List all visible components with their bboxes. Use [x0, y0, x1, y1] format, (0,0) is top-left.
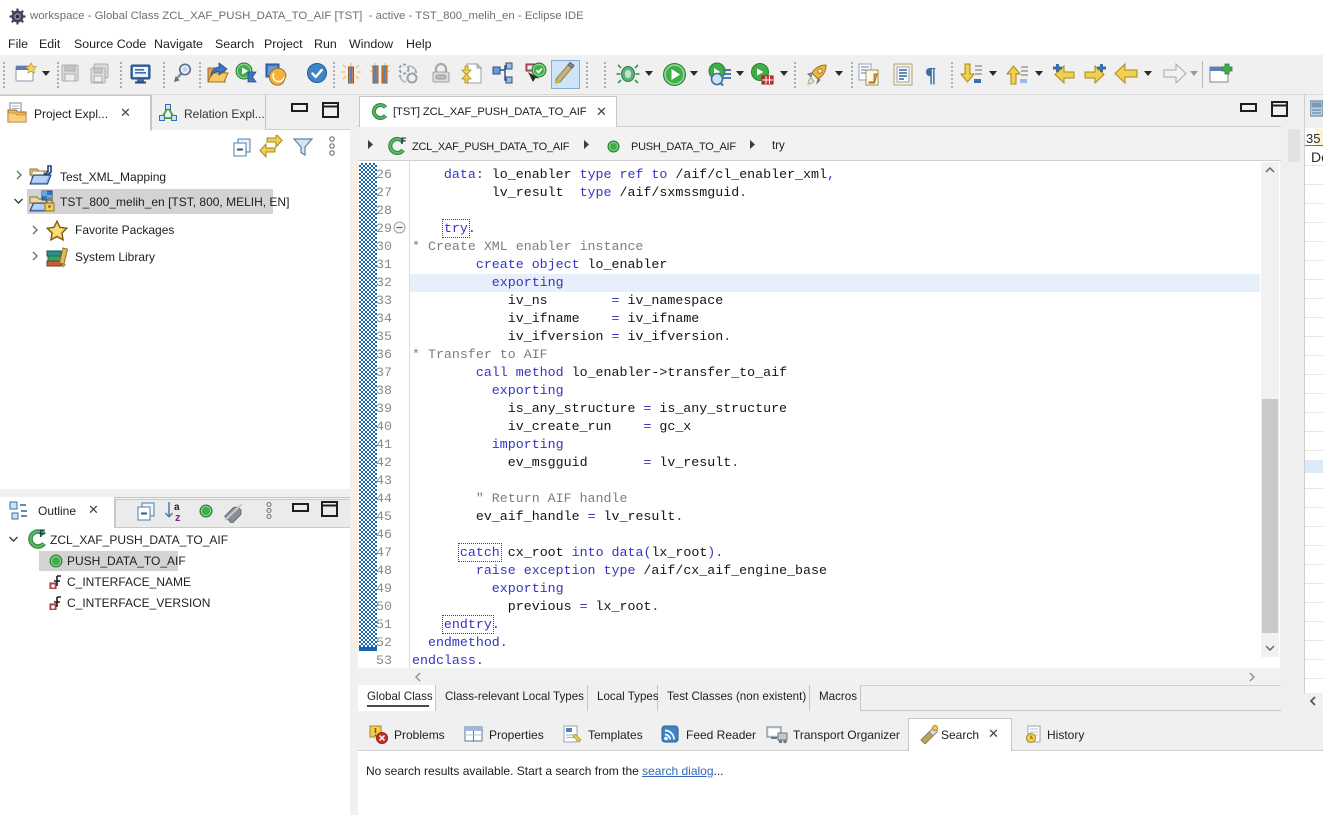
svg-text:F: F [39, 529, 46, 541]
svg-text:z: z [175, 512, 181, 523]
svg-text:F: F [401, 137, 407, 148]
